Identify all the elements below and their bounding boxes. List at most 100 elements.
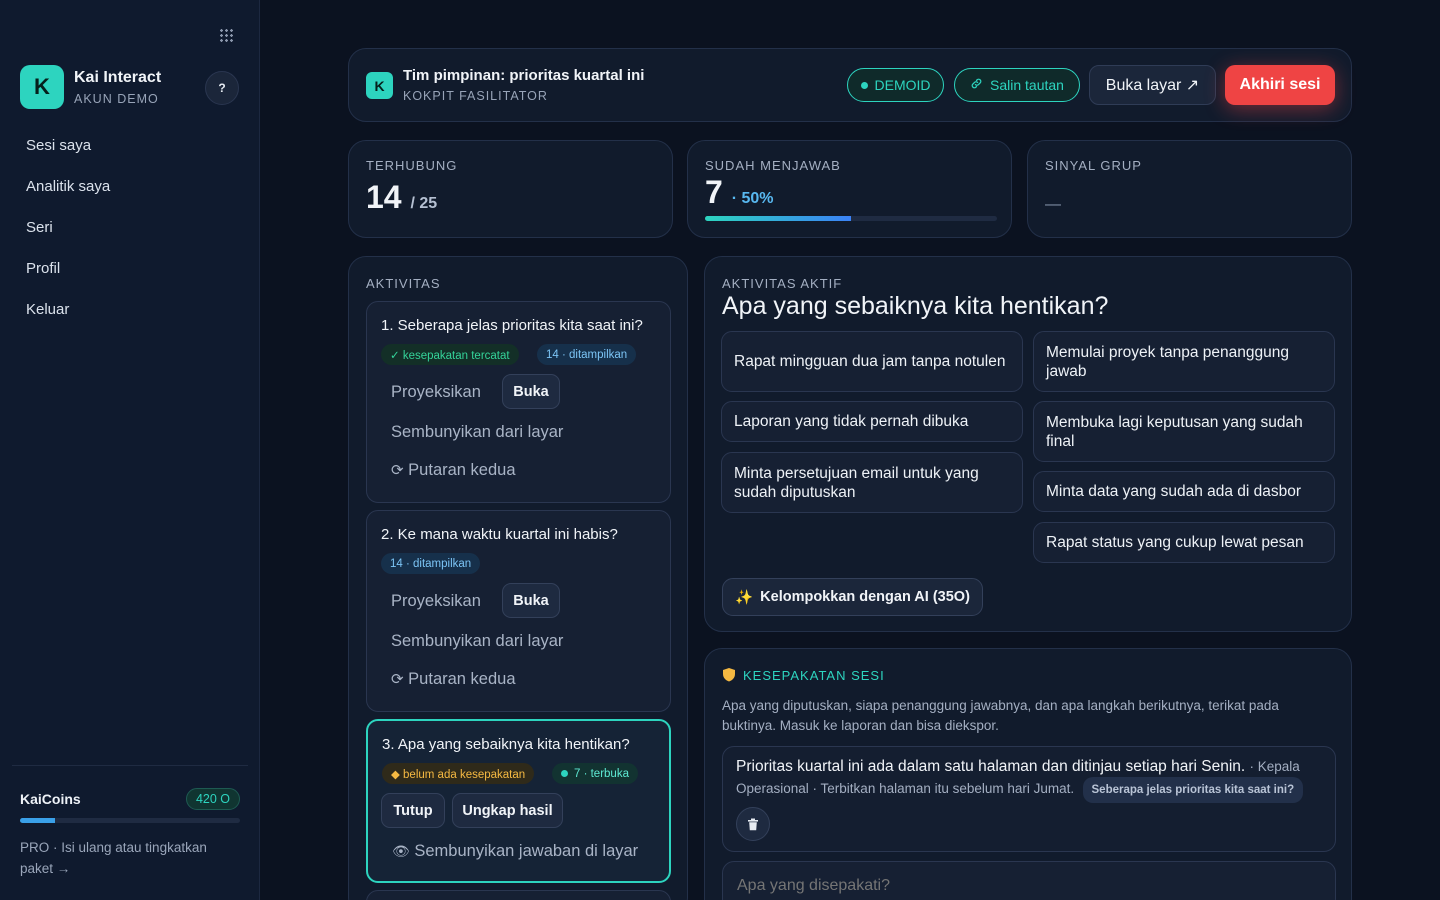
response-card: Rapat status yang cukup lewat pesan — [1033, 522, 1335, 563]
activity-card-4[interactable] — [366, 890, 671, 900]
agreement-status-badge: ◆ belum ada kesepakatan — [382, 763, 535, 784]
open-activity-button[interactable]: Buka — [502, 583, 560, 618]
activity-card-3-active[interactable]: 3. Apa yang sebaiknya kita hentikan? ◆ b… — [366, 719, 671, 883]
agreement-status-badge: ✓ kesepakatan tercatat — [381, 344, 519, 365]
brand-name: Kai Interact — [74, 68, 162, 86]
coins-balance-badge: 420 O — [185, 788, 240, 810]
live-dot-icon — [561, 770, 568, 777]
response-card: Laporan yang tidak pernah dibuka — [721, 401, 1023, 442]
sidebar-item-sessions[interactable]: Sesi saya — [26, 136, 110, 177]
active-activity-panel: AKTIVITAS AKTIF Apa yang sebaiknya kita … — [704, 256, 1352, 632]
stat-signal-label: SINYAL GRUP — [1045, 158, 1142, 173]
agreements-label: KESEPAKATAN SESI — [743, 668, 885, 683]
shield-icon — [723, 668, 735, 682]
activity-question: 2. Ke mana waktu kuartal ini habis? — [381, 526, 618, 543]
delete-agreement-button[interactable] — [736, 807, 770, 841]
hide-from-screen-button[interactable]: Sembunyikan dari layar — [391, 423, 563, 442]
active-activity-label: AKTIVITAS AKTIF — [722, 276, 843, 291]
sidebar-item-series[interactable]: Seri — [26, 218, 110, 259]
stat-connected-label: TERHUBUNG — [366, 158, 458, 173]
sidebar-item-analytics[interactable]: Analitik saya — [26, 177, 110, 218]
session-code-pill[interactable]: DEMOID — [847, 68, 944, 102]
stat-signal-value: — — [1045, 196, 1061, 213]
hide-answers-button[interactable]: 👁 Sembunyikan jawaban di layar — [392, 842, 638, 861]
reveal-results-button[interactable]: Ungkap hasil — [452, 793, 563, 828]
live-dot-icon — [860, 81, 868, 89]
activity-question: 3. Apa yang sebaiknya kita hentikan? — [382, 736, 630, 753]
eye-icon: 👁 — [392, 843, 410, 859]
trash-icon — [748, 818, 758, 830]
session-logo: K — [366, 72, 393, 99]
activity-card-1[interactable]: 1. Seberapa jelas prioritas kita saat in… — [366, 301, 671, 503]
project-button[interactable]: Proyeksikan — [391, 383, 481, 402]
brand: K Kai Interact AKUN DEMO — [20, 65, 161, 109]
activity-question: 1. Seberapa jelas prioritas kita saat in… — [381, 317, 643, 334]
response-card: Memulai proyek tanpa penanggung jawab — [1033, 331, 1335, 392]
second-round-button[interactable]: ⟳ Putaran kedua — [391, 461, 516, 480]
sparkle-icon: ✨ — [735, 589, 754, 606]
session-agreements-panel: KESEPAKATAN SESI Apa yang diputuskan, si… — [704, 648, 1352, 900]
brand-logo: K — [20, 65, 64, 109]
help-button[interactable]: ? — [205, 71, 239, 105]
session-title: Tim pimpinan: prioritas kuartal ini — [403, 67, 645, 84]
second-round-label: Putaran kedua — [408, 670, 516, 688]
second-round-label: Putaran kedua — [408, 461, 516, 479]
hide-from-screen-button[interactable]: Sembunyikan dari layar — [391, 632, 563, 651]
agreement-input[interactable] — [722, 861, 1336, 900]
sidebar-nav: Sesi saya Analitik saya Seri Profil Kelu… — [26, 136, 110, 341]
response-card: Rapat mingguan dua jam tanpa notulen — [721, 331, 1023, 392]
ai-group-label: Kelompokkan dengan AI (35O) — [760, 589, 970, 605]
open-count-badge: 7 · terbuka — [552, 763, 638, 784]
session-code-label: DEMOID — [874, 77, 931, 93]
open-screen-button[interactable]: Buka layar ↗ — [1089, 65, 1216, 105]
refresh-icon: ⟳ — [391, 671, 404, 688]
copy-link-button[interactable]: Salin tautan — [954, 68, 1080, 102]
stat-connected-total: / 25 — [410, 195, 438, 212]
session-header: K Tim pimpinan: prioritas kuartal ini KO… — [348, 48, 1352, 122]
stat-connected: TERHUBUNG 14 / 25 — [348, 140, 673, 238]
evidence-chip[interactable]: Seberapa jelas prioritas kita saat ini? — [1082, 777, 1304, 803]
sidebar-item-logout[interactable]: Keluar — [26, 300, 110, 341]
second-round-button[interactable]: ⟳ Putaran kedua — [391, 670, 516, 689]
stat-connected-value: 14 — [366, 179, 402, 215]
agreement-text: Prioritas kuartal ini ada dalam satu hal… — [736, 758, 1246, 775]
open-count-label: 7 · terbuka — [574, 767, 629, 780]
sidebar-item-profile[interactable]: Profil — [26, 259, 110, 300]
agreement-item: Prioritas kuartal ini ada dalam satu hal… — [722, 746, 1336, 852]
activities-label: AKTIVITAS — [366, 276, 441, 291]
stat-answered-value: 7 — [705, 174, 723, 210]
brand-account: AKUN DEMO — [74, 91, 159, 106]
hide-answers-label: Sembunyikan jawaban di layar — [414, 842, 639, 860]
end-session-button[interactable]: Akhiri sesi — [1225, 65, 1335, 105]
session-subtitle: KOKPIT FASILITATOR — [403, 89, 548, 103]
agreements-description: Apa yang diputuskan, siapa penanggung ja… — [722, 698, 1279, 733]
displayed-count-badge: 14 · ditampilkan — [381, 553, 481, 574]
displayed-count-badge: 14 · ditampilkan — [537, 344, 637, 365]
ai-group-button[interactable]: ✨ Kelompokkan dengan AI (35O) — [722, 578, 983, 616]
coins-title: KaiCoins — [20, 791, 81, 807]
answered-progress-bar — [705, 216, 997, 221]
activities-panel: AKTIVITAS 1. Seberapa jelas prioritas ki… — [348, 256, 688, 900]
activity-card-2[interactable]: 2. Ke mana waktu kuartal ini habis? 14 ·… — [366, 510, 671, 712]
grid-icon[interactable] — [219, 28, 235, 44]
link-icon — [970, 77, 983, 93]
close-activity-button[interactable]: Tutup — [381, 793, 445, 828]
refresh-icon: ⟳ — [391, 462, 404, 479]
project-button[interactable]: Proyeksikan — [391, 592, 481, 611]
response-card: Minta data yang sudah ada di dasbor — [1033, 471, 1335, 512]
response-card: Membuka lagi keputusan yang sudah final — [1033, 401, 1335, 462]
stat-answered: SUDAH MENJAWAB 7 · 50% — [687, 140, 1012, 238]
response-card: Minta persetujuan email untuk yang sudah… — [721, 452, 1023, 513]
active-activity-title: Apa yang sebaiknya kita hentikan? — [722, 292, 1109, 320]
sidebar: K Kai Interact AKUN DEMO ? Sesi saya Ana… — [0, 0, 260, 900]
stat-answered-label: SUDAH MENJAWAB — [705, 158, 841, 173]
stat-answered-percent: · 50% — [731, 190, 774, 207]
open-activity-button[interactable]: Buka — [502, 374, 560, 409]
coins-progress-fill — [20, 818, 56, 823]
answered-progress-fill — [705, 216, 851, 221]
coins-panel: KaiCoins 420 O PRO · Isi ulang atau ting… — [12, 765, 248, 879]
stat-group-signal: SINYAL GRUP — — [1027, 140, 1352, 238]
upgrade-link[interactable]: PRO · Isi ulang atau tingkatkan paket → — [20, 837, 240, 879]
copy-link-label: Salin tautan — [990, 77, 1064, 93]
coins-progress-bar — [20, 818, 240, 823]
